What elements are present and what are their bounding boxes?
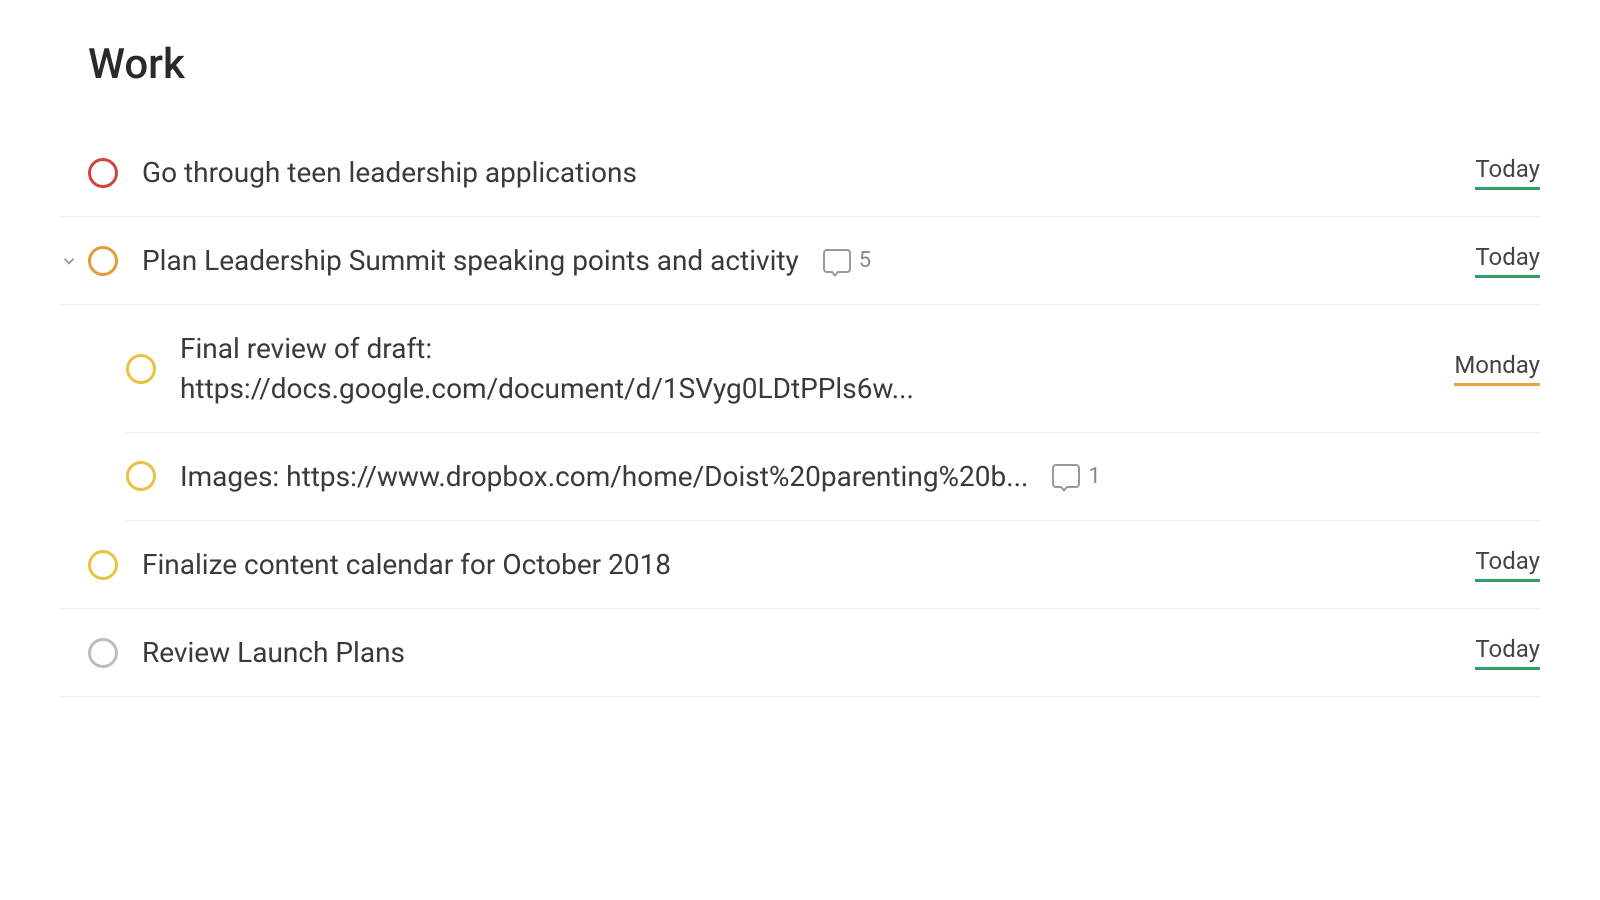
task-checkbox[interactable] (126, 354, 156, 384)
task-row[interactable]: Finalize content calendar for October 20… (60, 521, 1540, 609)
due-date[interactable]: Monday (1454, 351, 1540, 386)
comment-badge[interactable]: 5 (823, 248, 871, 273)
task-text: Finalize content calendar for October 20… (142, 545, 671, 584)
task-row[interactable]: Plan Leadership Summit speaking points a… (60, 217, 1540, 305)
due-date[interactable]: Today (1475, 635, 1540, 670)
task-text: Review Launch Plans (142, 633, 405, 672)
task-checkbox[interactable] (88, 638, 118, 668)
task-row[interactable]: Final review of draft: https://docs.goog… (126, 305, 1540, 432)
comment-badge[interactable]: 1 (1052, 464, 1100, 489)
task-checkbox[interactable] (88, 158, 118, 188)
task-checkbox[interactable] (88, 550, 118, 580)
comment-count: 5 (859, 248, 871, 273)
task-checkbox[interactable] (88, 246, 118, 276)
task-row[interactable]: Go through teen leadership applications … (60, 129, 1540, 217)
task-text: Plan Leadership Summit speaking points a… (142, 241, 799, 280)
due-date[interactable]: Today (1475, 243, 1540, 278)
comment-icon (823, 249, 851, 273)
comment-count: 1 (1088, 464, 1100, 489)
task-text: Final review of draft: https://docs.goog… (180, 329, 1000, 407)
due-date[interactable]: Today (1475, 547, 1540, 582)
task-list: Go through teen leadership applications … (60, 129, 1540, 697)
task-content: Images: https://www.dropbox.com/home/Doi… (180, 457, 1540, 496)
project-title: Work (88, 40, 1540, 89)
expand-toggle[interactable] (60, 252, 88, 270)
task-row[interactable]: Images: https://www.dropbox.com/home/Doi… (126, 433, 1540, 521)
task-text: Go through teen leadership applications (142, 153, 637, 192)
task-content: Review Launch Plans (142, 633, 1459, 672)
task-row[interactable]: Review Launch Plans Today (60, 609, 1540, 697)
due-date[interactable]: Today (1475, 155, 1540, 190)
task-text: Images: https://www.dropbox.com/home/Doi… (180, 457, 1028, 496)
comment-icon (1052, 464, 1080, 488)
task-content: Plan Leadership Summit speaking points a… (142, 241, 1459, 280)
task-content: Final review of draft: https://docs.goog… (180, 329, 1438, 407)
task-checkbox[interactable] (126, 461, 156, 491)
task-content: Go through teen leadership applications (142, 153, 1459, 192)
task-content: Finalize content calendar for October 20… (142, 545, 1459, 584)
chevron-down-icon (60, 252, 78, 270)
